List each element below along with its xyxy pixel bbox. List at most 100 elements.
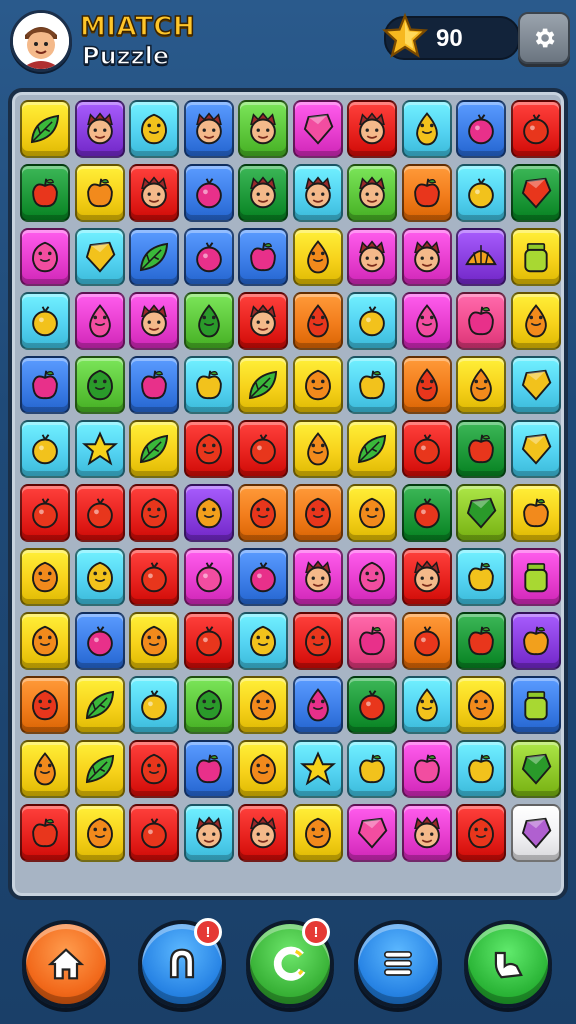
tile[interactable] xyxy=(129,228,179,286)
tile[interactable] xyxy=(347,740,397,798)
tile[interactable] xyxy=(129,292,179,350)
tile[interactable] xyxy=(510,612,561,670)
hint-button[interactable] xyxy=(464,920,552,1008)
tile[interactable] xyxy=(456,100,506,158)
tile[interactable] xyxy=(401,548,452,606)
tile[interactable] xyxy=(183,164,234,222)
tile[interactable] xyxy=(401,100,452,158)
tile[interactable] xyxy=(238,100,288,158)
tile[interactable] xyxy=(292,804,343,862)
tile[interactable] xyxy=(183,484,234,542)
tile[interactable] xyxy=(129,420,179,478)
tile[interactable] xyxy=(510,484,561,542)
tile[interactable] xyxy=(183,548,234,606)
tile[interactable] xyxy=(456,356,506,414)
tile[interactable] xyxy=(74,804,125,862)
tile[interactable] xyxy=(456,420,506,478)
tile[interactable] xyxy=(347,100,397,158)
tile[interactable] xyxy=(74,740,125,798)
tile[interactable] xyxy=(129,484,179,542)
tile[interactable] xyxy=(347,420,397,478)
tile[interactable] xyxy=(456,676,506,734)
tile[interactable] xyxy=(183,804,234,862)
tile[interactable] xyxy=(20,740,70,798)
tile[interactable] xyxy=(183,228,234,286)
tile[interactable] xyxy=(347,548,397,606)
tile[interactable] xyxy=(456,164,506,222)
tile[interactable] xyxy=(20,548,70,606)
tile[interactable] xyxy=(183,420,234,478)
tile[interactable] xyxy=(74,100,125,158)
tile[interactable] xyxy=(510,740,561,798)
tile[interactable] xyxy=(292,356,343,414)
tile[interactable] xyxy=(183,740,234,798)
tile[interactable] xyxy=(74,164,125,222)
tile[interactable] xyxy=(292,740,343,798)
tile[interactable] xyxy=(510,292,561,350)
magnet-button[interactable]: ! xyxy=(138,918,226,1008)
tile[interactable] xyxy=(456,292,506,350)
tile[interactable] xyxy=(74,292,125,350)
tile[interactable] xyxy=(292,292,343,350)
tile[interactable] xyxy=(20,612,70,670)
tile[interactable] xyxy=(510,228,561,286)
tile[interactable] xyxy=(292,228,343,286)
player-avatar[interactable] xyxy=(10,10,72,72)
tile[interactable] xyxy=(74,228,125,286)
tile[interactable] xyxy=(238,548,288,606)
tile[interactable] xyxy=(347,612,397,670)
tile[interactable] xyxy=(510,420,561,478)
tile[interactable] xyxy=(456,740,506,798)
tile[interactable] xyxy=(347,228,397,286)
tile[interactable] xyxy=(347,292,397,350)
tile[interactable] xyxy=(129,676,179,734)
tile[interactable] xyxy=(456,228,506,286)
tile[interactable] xyxy=(238,804,288,862)
tile[interactable] xyxy=(183,100,234,158)
tile[interactable] xyxy=(129,164,179,222)
tile[interactable] xyxy=(456,612,506,670)
tile[interactable] xyxy=(20,420,70,478)
tile[interactable] xyxy=(292,484,343,542)
tile[interactable] xyxy=(129,548,179,606)
tile[interactable] xyxy=(183,356,234,414)
tile[interactable] xyxy=(456,484,506,542)
tile[interactable] xyxy=(20,292,70,350)
tile[interactable] xyxy=(129,804,179,862)
tile[interactable] xyxy=(20,228,70,286)
tile[interactable] xyxy=(20,356,70,414)
tile[interactable] xyxy=(456,804,506,862)
tile[interactable] xyxy=(20,164,70,222)
tile[interactable] xyxy=(510,164,561,222)
tile[interactable] xyxy=(238,612,288,670)
layers-button[interactable] xyxy=(354,920,442,1008)
tile[interactable] xyxy=(347,676,397,734)
tile[interactable] xyxy=(183,676,234,734)
tile[interactable] xyxy=(292,100,343,158)
tile[interactable] xyxy=(238,484,288,542)
tile[interactable] xyxy=(401,164,452,222)
tile[interactable] xyxy=(238,292,288,350)
tile[interactable] xyxy=(456,548,506,606)
tile[interactable] xyxy=(20,484,70,542)
tile[interactable] xyxy=(74,484,125,542)
tile[interactable] xyxy=(401,420,452,478)
settings-button[interactable] xyxy=(518,12,570,64)
tile[interactable] xyxy=(74,676,125,734)
home-button[interactable] xyxy=(22,920,110,1008)
tile[interactable] xyxy=(129,740,179,798)
tile[interactable] xyxy=(401,804,452,862)
refresh-button[interactable]: ! xyxy=(246,918,334,1008)
tile[interactable] xyxy=(20,676,70,734)
tile[interactable] xyxy=(401,676,452,734)
tile[interactable] xyxy=(74,548,125,606)
tile[interactable] xyxy=(401,356,452,414)
tile[interactable] xyxy=(183,292,234,350)
tile[interactable] xyxy=(292,164,343,222)
tile[interactable] xyxy=(238,420,288,478)
tile[interactable] xyxy=(238,356,288,414)
tile[interactable] xyxy=(347,484,397,542)
tile[interactable] xyxy=(20,804,70,862)
tile[interactable] xyxy=(238,740,288,798)
tile[interactable] xyxy=(292,676,343,734)
